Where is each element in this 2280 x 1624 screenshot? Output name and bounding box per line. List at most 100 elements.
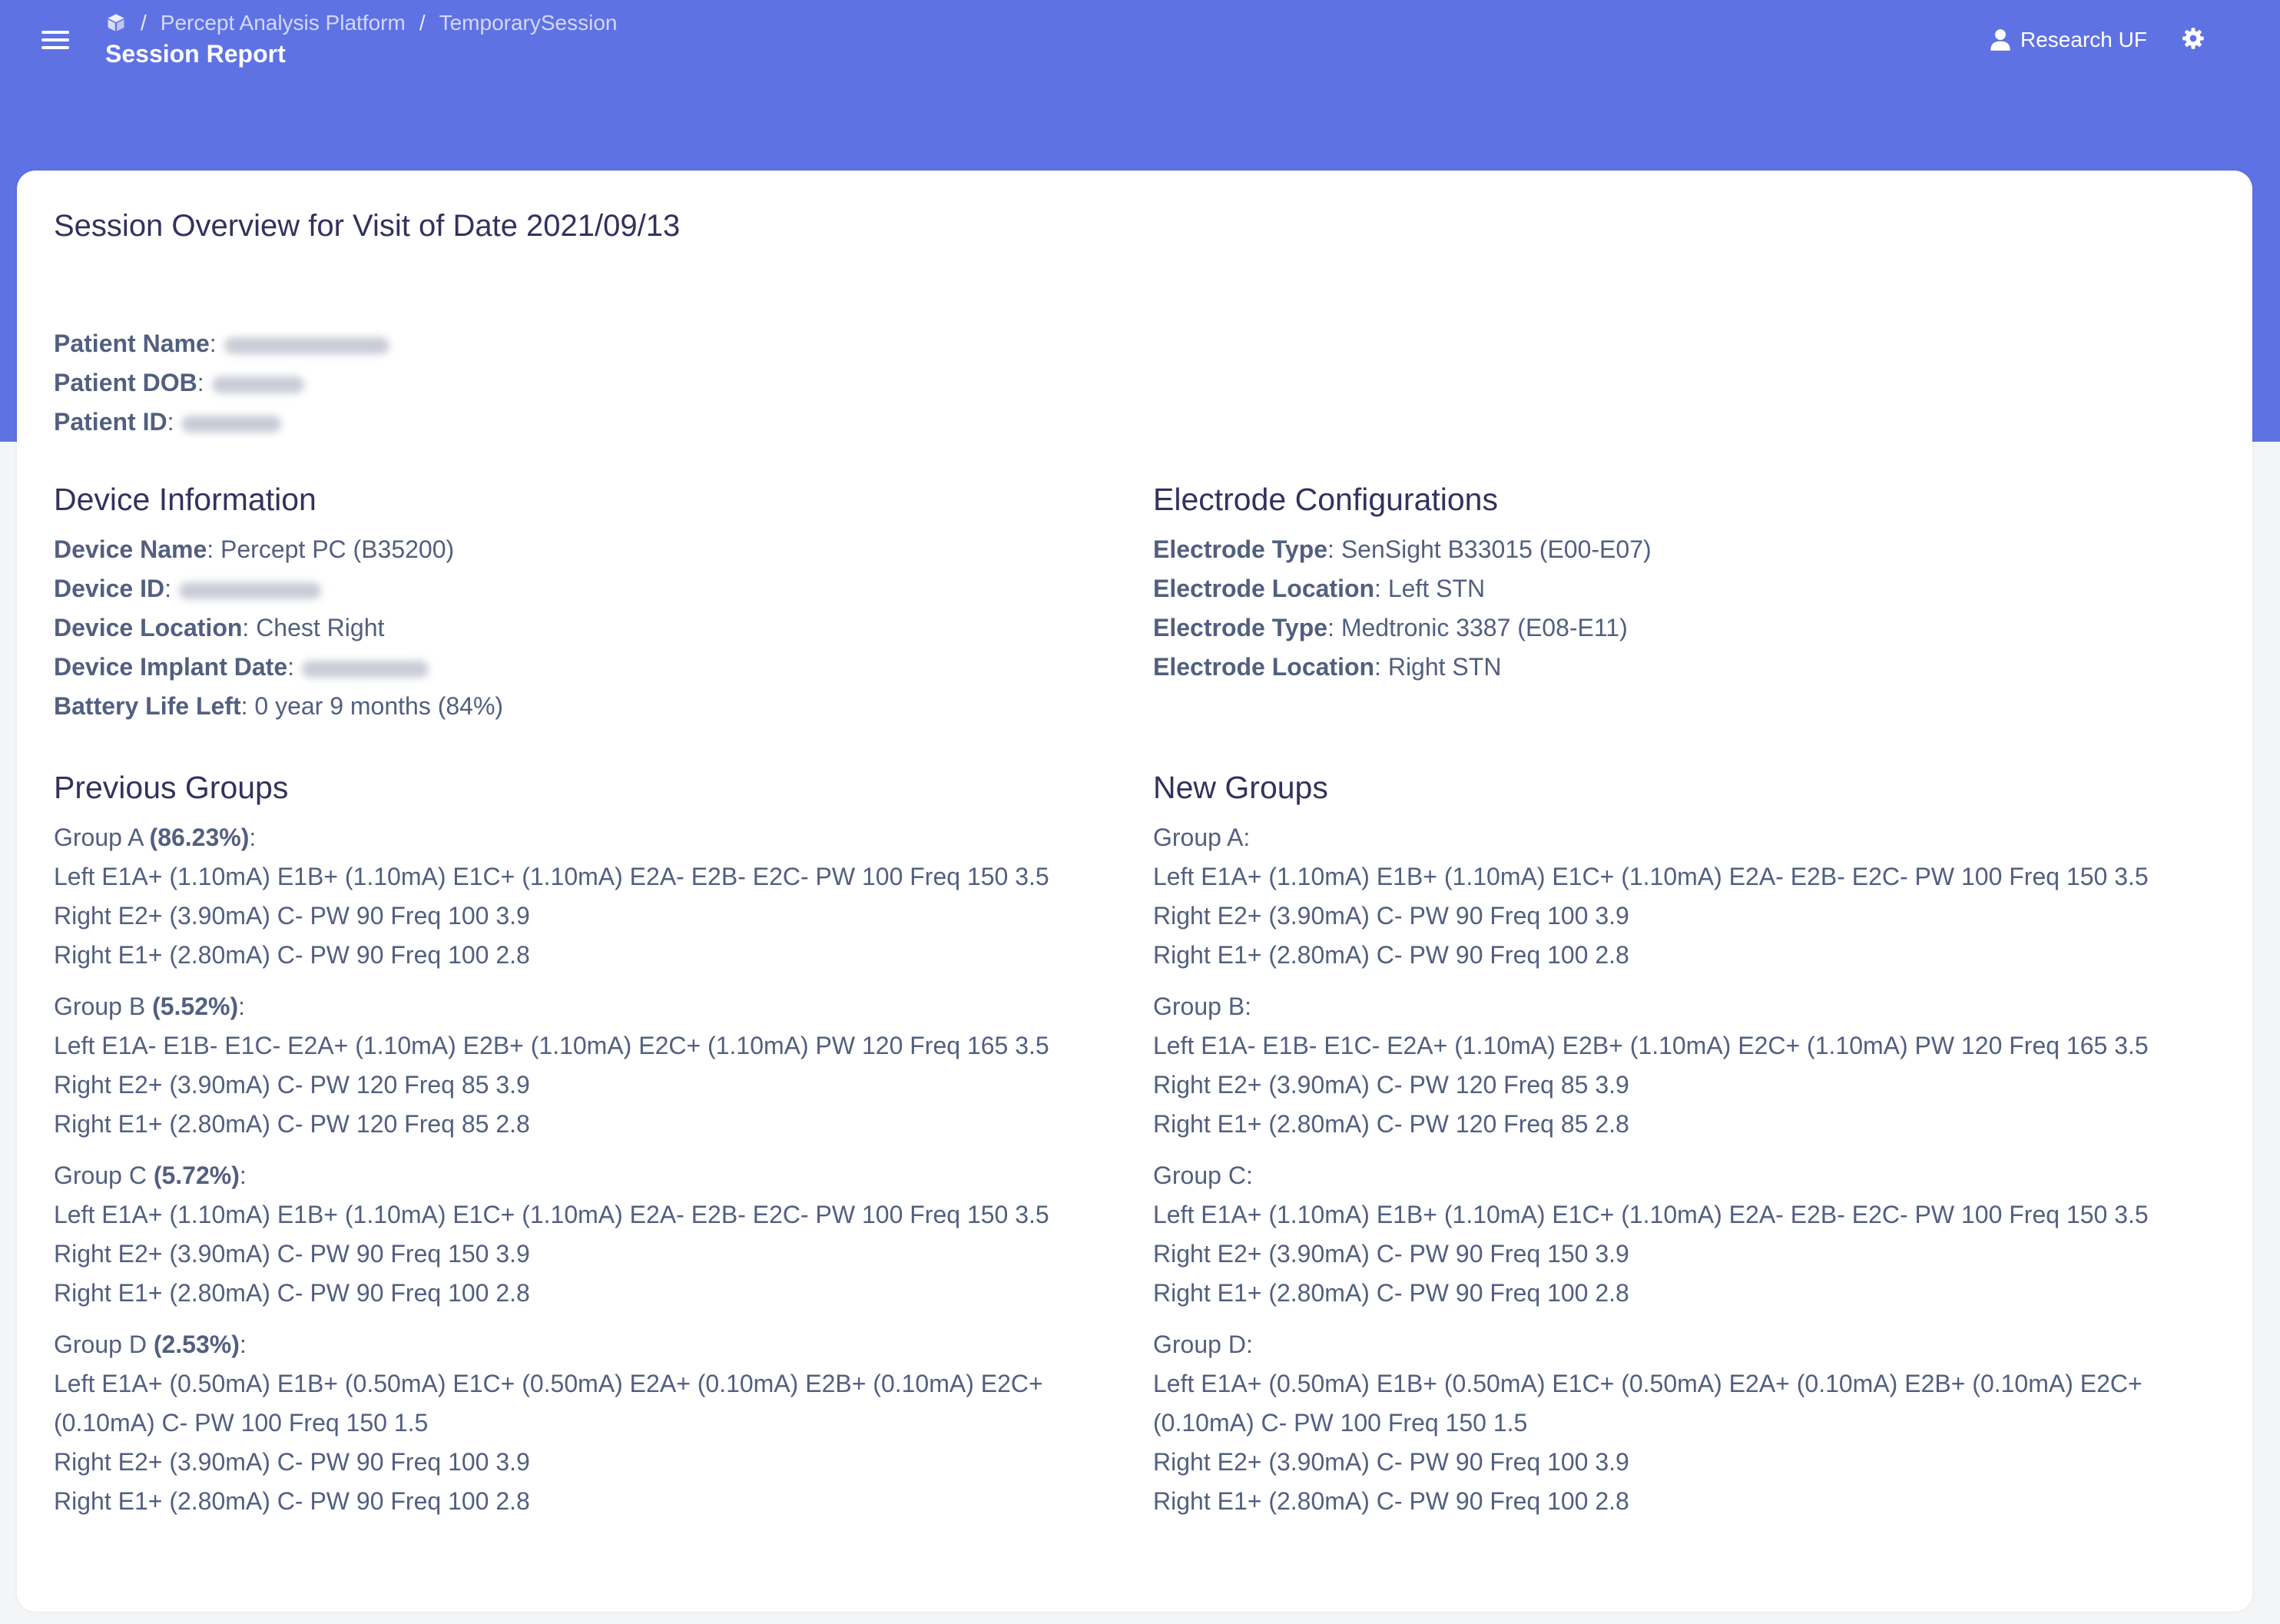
previous-groups-title: Previous Groups bbox=[54, 770, 289, 805]
electrode-row: Electrode Type: Medtronic 3387 (E08-E11) bbox=[1153, 614, 1628, 641]
device-id-label: Device ID bbox=[54, 575, 165, 602]
menu-icon[interactable] bbox=[38, 23, 72, 57]
new-groups-title: New Groups bbox=[1153, 770, 1328, 805]
electrode-value: Left STN bbox=[1387, 575, 1486, 602]
device-id-redacted bbox=[178, 582, 321, 599]
group-name: Group D bbox=[1153, 1331, 1246, 1358]
device-name-value: Percept PC (B35200) bbox=[220, 535, 455, 563]
patient-dob-redacted bbox=[211, 376, 304, 393]
user-name: Research UF bbox=[2020, 28, 2147, 51]
electrode-row: Electrode Location: Right STN bbox=[1153, 653, 1502, 681]
group-heading: Group C: bbox=[1153, 1162, 1253, 1189]
electrode-value: Medtronic 3387 (E08-E11) bbox=[1340, 614, 1628, 641]
electrode-label: Electrode Type bbox=[1153, 614, 1328, 641]
previous-group: Group B (5.52%): Left E1A- E1B- E1C- E2A… bbox=[54, 987, 1129, 1144]
session-overview-card: Session Overview for Visit of Date 2021/… bbox=[17, 171, 2252, 1612]
group-heading: Group A: bbox=[1153, 824, 1251, 851]
new-group: Group C: Left E1A+ (1.10mA) E1B+ (1.10mA… bbox=[1153, 1156, 2229, 1313]
group-setting-line: Right E2+ (3.90mA) C- PW 120 Freq 85 3.9 bbox=[54, 1071, 530, 1099]
group-setting-line: Right E1+ (2.80mA) C- PW 90 Freq 100 2.8 bbox=[54, 941, 530, 969]
patient-name-label: Patient Name bbox=[54, 330, 210, 357]
group-setting-line: Left E1A+ (0.50mA) E1B+ (0.50mA) E1C+ (0… bbox=[1153, 1370, 2142, 1437]
device-implant-date-row: Device Implant Date: bbox=[54, 648, 1129, 687]
group-setting-line: Right E1+ (2.80mA) C- PW 90 Freq 100 2.8 bbox=[54, 1279, 530, 1307]
battery-life-row: Battery Life Left: 0 year 9 months (84%) bbox=[54, 692, 504, 720]
group-setting-line: Right E1+ (2.80mA) C- PW 90 Freq 100 2.8 bbox=[1153, 1487, 1629, 1515]
group-usage-percent: (2.53%) bbox=[153, 1331, 240, 1358]
group-heading: Group D (2.53%): bbox=[54, 1331, 247, 1358]
battery-life-value: 0 year 9 months (84%) bbox=[254, 692, 504, 720]
group-setting-line: Right E2+ (3.90mA) C- PW 90 Freq 150 3.9 bbox=[1153, 1240, 1629, 1268]
device-information-title: Device Information bbox=[54, 482, 316, 517]
previous-group: Group A (86.23%): Left E1A+ (1.10mA) E1B… bbox=[54, 818, 1129, 975]
user-menu[interactable]: Research UF bbox=[1990, 23, 2147, 57]
electrode-row: Electrode Type: SenSight B33015 (E00-E07… bbox=[1153, 535, 1652, 563]
patient-dob-label: Patient DOB bbox=[54, 369, 197, 396]
device-information-section: Device Information Device Name: Percept … bbox=[54, 478, 1129, 726]
breadcrumb-item-platform[interactable]: Percept Analysis Platform bbox=[161, 11, 406, 35]
patient-id-redacted bbox=[181, 415, 282, 433]
group-heading: Group A (86.23%): bbox=[54, 824, 257, 851]
electrode-label: Electrode Location bbox=[1153, 653, 1375, 681]
group-setting-line: Left E1A- E1B- E1C- E2A+ (1.10mA) E2B+ (… bbox=[1153, 1032, 2149, 1059]
patient-info: Patient Name: Patient DOB: Patient ID: bbox=[54, 324, 389, 442]
group-usage-percent: (5.72%) bbox=[153, 1162, 240, 1189]
electrode-configurations-title: Electrode Configurations bbox=[1153, 482, 1498, 517]
group-setting-line: Right E1+ (2.80mA) C- PW 90 Freq 100 2.8 bbox=[1153, 1279, 1629, 1307]
group-setting-line: Right E2+ (3.90mA) C- PW 90 Freq 100 3.9 bbox=[1153, 1448, 1629, 1476]
group-name: Group A bbox=[54, 824, 143, 851]
device-implant-date-label: Device Implant Date bbox=[54, 653, 288, 681]
group-setting-line: Left E1A+ (1.10mA) E1B+ (1.10mA) E1C+ (1… bbox=[1153, 1201, 2149, 1228]
group-name: Group B bbox=[1153, 993, 1245, 1020]
group-setting-line: Right E2+ (3.90mA) C- PW 90 Freq 150 3.9 bbox=[54, 1240, 530, 1268]
electrode-label: Electrode Type bbox=[1153, 535, 1328, 563]
group-name: Group D bbox=[54, 1331, 147, 1358]
page-title: Session Report bbox=[105, 40, 286, 68]
group-name: Group C bbox=[1153, 1162, 1246, 1189]
device-location-value: Chest Right bbox=[256, 614, 385, 641]
patient-name-row: Patient Name: bbox=[54, 324, 389, 363]
group-setting-line: Right E1+ (2.80mA) C- PW 90 Freq 100 2.8 bbox=[1153, 941, 1629, 969]
group-name: Group A bbox=[1153, 824, 1244, 851]
new-group: Group A: Left E1A+ (1.10mA) E1B+ (1.10mA… bbox=[1153, 818, 2229, 975]
breadcrumb-separator: / bbox=[141, 11, 147, 35]
group-setting-line: Right E2+ (3.90mA) C- PW 90 Freq 100 3.9 bbox=[54, 902, 530, 930]
group-heading: Group B (5.52%): bbox=[54, 993, 245, 1020]
device-name-row: Device Name: Percept PC (B35200) bbox=[54, 535, 455, 563]
breadcrumb-item-session[interactable]: TemporarySession bbox=[439, 11, 618, 35]
session-overview-title: Session Overview for Visit of Date 2021/… bbox=[54, 209, 681, 243]
group-setting-line: Right E1+ (2.80mA) C- PW 120 Freq 85 2.8 bbox=[54, 1110, 530, 1138]
new-group: Group B: Left E1A- E1B- E1C- E2A+ (1.10m… bbox=[1153, 987, 2229, 1144]
device-id-row: Device ID: bbox=[54, 569, 1129, 608]
previous-group: Group D (2.53%): Left E1A+ (0.50mA) E1B+… bbox=[54, 1325, 1129, 1521]
electrode-configurations-section: Electrode Configurations Electrode Type:… bbox=[1153, 478, 2229, 687]
previous-groups-section: Previous Groups Group A (86.23%): Left E… bbox=[54, 766, 1129, 1533]
group-setting-line: Right E2+ (3.90mA) C- PW 90 Freq 100 3.9 bbox=[54, 1448, 530, 1476]
group-setting-line: Left E1A- E1B- E1C- E2A+ (1.10mA) E2B+ (… bbox=[54, 1032, 1049, 1059]
device-name-label: Device Name bbox=[54, 535, 207, 563]
electrode-label: Electrode Location bbox=[1153, 575, 1375, 602]
group-heading: Group C (5.72%): bbox=[54, 1162, 247, 1189]
group-usage-percent: (86.23%) bbox=[149, 824, 250, 851]
group-setting-line: Right E2+ (3.90mA) C- PW 90 Freq 100 3.9 bbox=[1153, 902, 1629, 930]
group-setting-line: Right E1+ (2.80mA) C- PW 90 Freq 100 2.8 bbox=[54, 1487, 530, 1515]
group-heading: Group B: bbox=[1153, 993, 1252, 1020]
device-implant-date-redacted bbox=[302, 660, 429, 678]
electrode-value: Right STN bbox=[1387, 653, 1502, 681]
group-usage-percent: (5.52%) bbox=[152, 993, 239, 1020]
patient-id-label: Patient ID bbox=[54, 408, 167, 436]
top-navbar: / Percept Analysis Platform / TemporaryS… bbox=[0, 0, 2280, 85]
electrode-value: SenSight B33015 (E00-E07) bbox=[1340, 535, 1652, 563]
electrode-row: Electrode Location: Left STN bbox=[1153, 575, 1486, 602]
new-groups-section: New Groups Group A: Left E1A+ (1.10mA) E… bbox=[1153, 766, 2229, 1533]
group-setting-line: Left E1A+ (1.10mA) E1B+ (1.10mA) E1C+ (1… bbox=[54, 863, 1049, 890]
group-setting-line: Right E2+ (3.90mA) C- PW 120 Freq 85 3.9 bbox=[1153, 1071, 1629, 1099]
patient-dob-row: Patient DOB: bbox=[54, 363, 389, 403]
gear-icon[interactable] bbox=[2180, 23, 2206, 54]
new-group: Group D: Left E1A+ (0.50mA) E1B+ (0.50mA… bbox=[1153, 1325, 2229, 1521]
patient-id-row: Patient ID: bbox=[54, 403, 389, 442]
group-setting-line: Left E1A+ (0.50mA) E1B+ (0.50mA) E1C+ (0… bbox=[54, 1370, 1043, 1437]
group-setting-line: Right E1+ (2.80mA) C- PW 120 Freq 85 2.8 bbox=[1153, 1110, 1629, 1138]
cube-icon[interactable] bbox=[105, 12, 127, 34]
battery-life-label: Battery Life Left bbox=[54, 692, 241, 720]
